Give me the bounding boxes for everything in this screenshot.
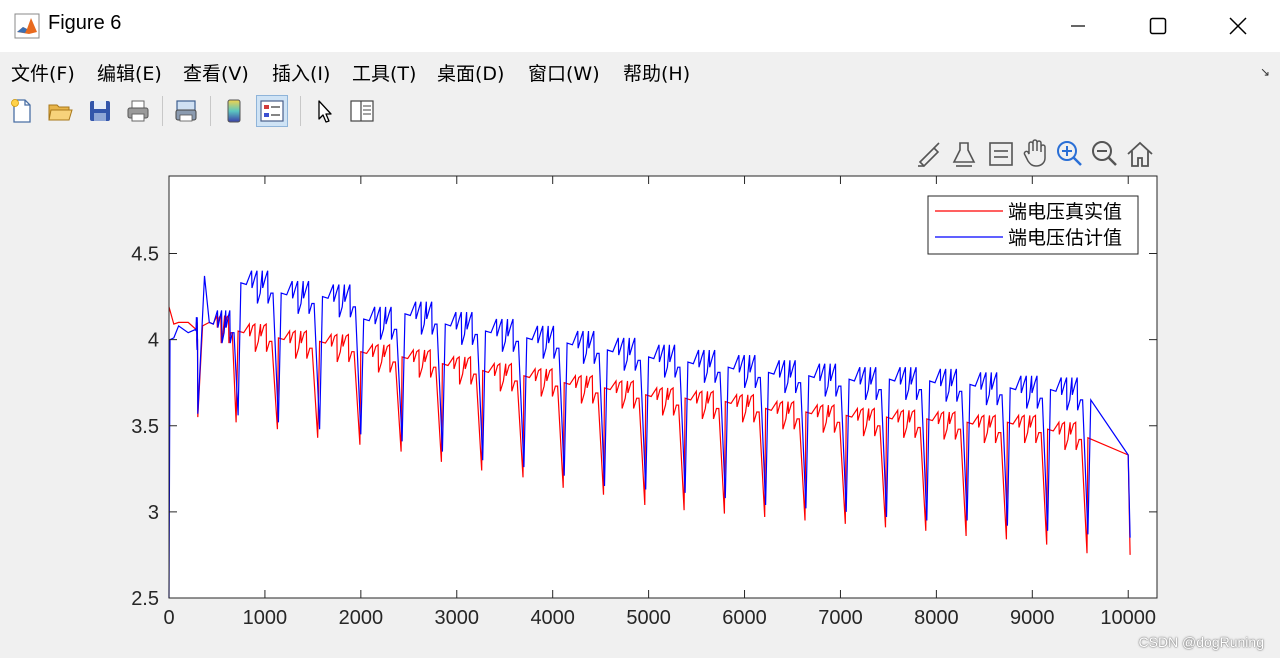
legend-label-true: 端电压真实值 [1008, 201, 1122, 223]
x-tick-label: 8000 [914, 607, 959, 629]
pan-icon [1023, 139, 1046, 167]
new-figure-button[interactable] [6, 95, 38, 127]
minimize-icon [1071, 25, 1085, 27]
zoom-in-icon [1057, 141, 1082, 166]
legend-toggle-button[interactable] [989, 142, 1013, 166]
y-tick-label: 4.5 [131, 244, 159, 266]
new-figure-icon [11, 99, 31, 123]
data-tips-button[interactable] [952, 142, 976, 167]
menu-tools[interactable]: 工具(T) [352, 59, 416, 86]
print-button[interactable] [122, 95, 154, 127]
x-tick-label: 5000 [626, 607, 671, 629]
menu-view[interactable]: 查看(V) [183, 59, 249, 86]
data-tips-icon [952, 142, 976, 167]
x-tick-label: 3000 [435, 607, 480, 629]
menu-insert[interactable]: 插入(I) [272, 59, 330, 86]
legend[interactable]: 端电压真实值 端电压估计值 [927, 195, 1139, 255]
x-tick-label: 1000 [243, 607, 288, 629]
plot-svg[interactable]: 0 1000 2000 3000 4000 5000 6000 7000 8000 9000 100… [0, 132, 1280, 658]
zoom-out-button[interactable] [1092, 141, 1117, 166]
home-icon [1127, 141, 1153, 167]
property-inspector-icon [350, 100, 374, 122]
print-icon [127, 100, 149, 122]
toolbar-separator [162, 96, 163, 126]
save-icon [90, 101, 110, 121]
brush-icon [918, 142, 940, 168]
legend-label-estimate: 端电压估计值 [1008, 227, 1122, 249]
y-tick-label: 2.5 [131, 588, 159, 610]
legend-icon [260, 100, 284, 122]
zoom-out-icon [1092, 141, 1117, 166]
menubar-dock-arrow[interactable]: ↘ [1260, 65, 1270, 79]
brush-button[interactable] [918, 142, 940, 168]
x-tick-label: 9000 [1010, 607, 1055, 629]
x-tick-label: 0 [163, 607, 174, 629]
menu-help[interactable]: 帮助(H) [623, 59, 690, 86]
maximize-icon [1149, 17, 1167, 35]
x-tick-label: 4000 [530, 607, 575, 629]
link-plot-button[interactable] [170, 95, 202, 127]
matlab-icon [14, 13, 40, 39]
colorbar-button[interactable] [218, 95, 250, 127]
property-inspector-button[interactable] [346, 95, 378, 127]
axes-toolbar [918, 139, 1153, 168]
close-icon [1229, 17, 1247, 35]
edit-plot-icon [318, 100, 332, 123]
home-button[interactable] [1127, 141, 1153, 167]
x-tick-label: 6000 [722, 607, 767, 629]
link-plot-icon [175, 100, 197, 122]
menu-file[interactable]: 文件(F) [11, 59, 75, 86]
x-tick-label: 10000 [1100, 607, 1156, 629]
figure-toolbar [0, 90, 1280, 133]
y-tick-label: 4 [148, 330, 159, 352]
open-file-button[interactable] [44, 95, 76, 127]
legend-toggle-icon [989, 142, 1013, 166]
menu-window[interactable]: 窗口(W) [528, 59, 600, 86]
close-button[interactable] [1198, 0, 1278, 52]
colorbar-icon [227, 99, 241, 123]
menu-bar: 文件(F) 编辑(E) 查看(V) 插入(I) 工具(T) 桌面(D) 窗口(W… [0, 52, 1280, 90]
zoom-in-button[interactable] [1057, 141, 1082, 166]
save-button[interactable] [84, 95, 116, 127]
window-title: Figure 6 [48, 12, 122, 34]
pan-button[interactable] [1023, 139, 1046, 167]
x-tick-label: 7000 [818, 607, 863, 629]
figure-canvas: 0 1000 2000 3000 4000 5000 6000 7000 8000 9000 100… [0, 132, 1280, 658]
open-file-icon [48, 104, 73, 121]
edit-plot-button[interactable] [308, 95, 340, 127]
x-tick-label: 2000 [339, 607, 384, 629]
minimize-button[interactable] [1038, 0, 1118, 52]
maximize-button[interactable] [1118, 0, 1198, 52]
legend-button[interactable] [256, 95, 288, 127]
title-bar: Figure 6 [0, 0, 1280, 53]
toolbar-separator [300, 96, 301, 126]
y-tick-label: 3.5 [131, 416, 159, 438]
menu-desktop[interactable]: 桌面(D) [437, 59, 504, 86]
toolbar-separator [210, 96, 211, 126]
menu-edit[interactable]: 编辑(E) [97, 59, 162, 86]
watermark: CSDN @dogRuning [1138, 634, 1265, 650]
y-tick-label: 3 [148, 502, 159, 524]
